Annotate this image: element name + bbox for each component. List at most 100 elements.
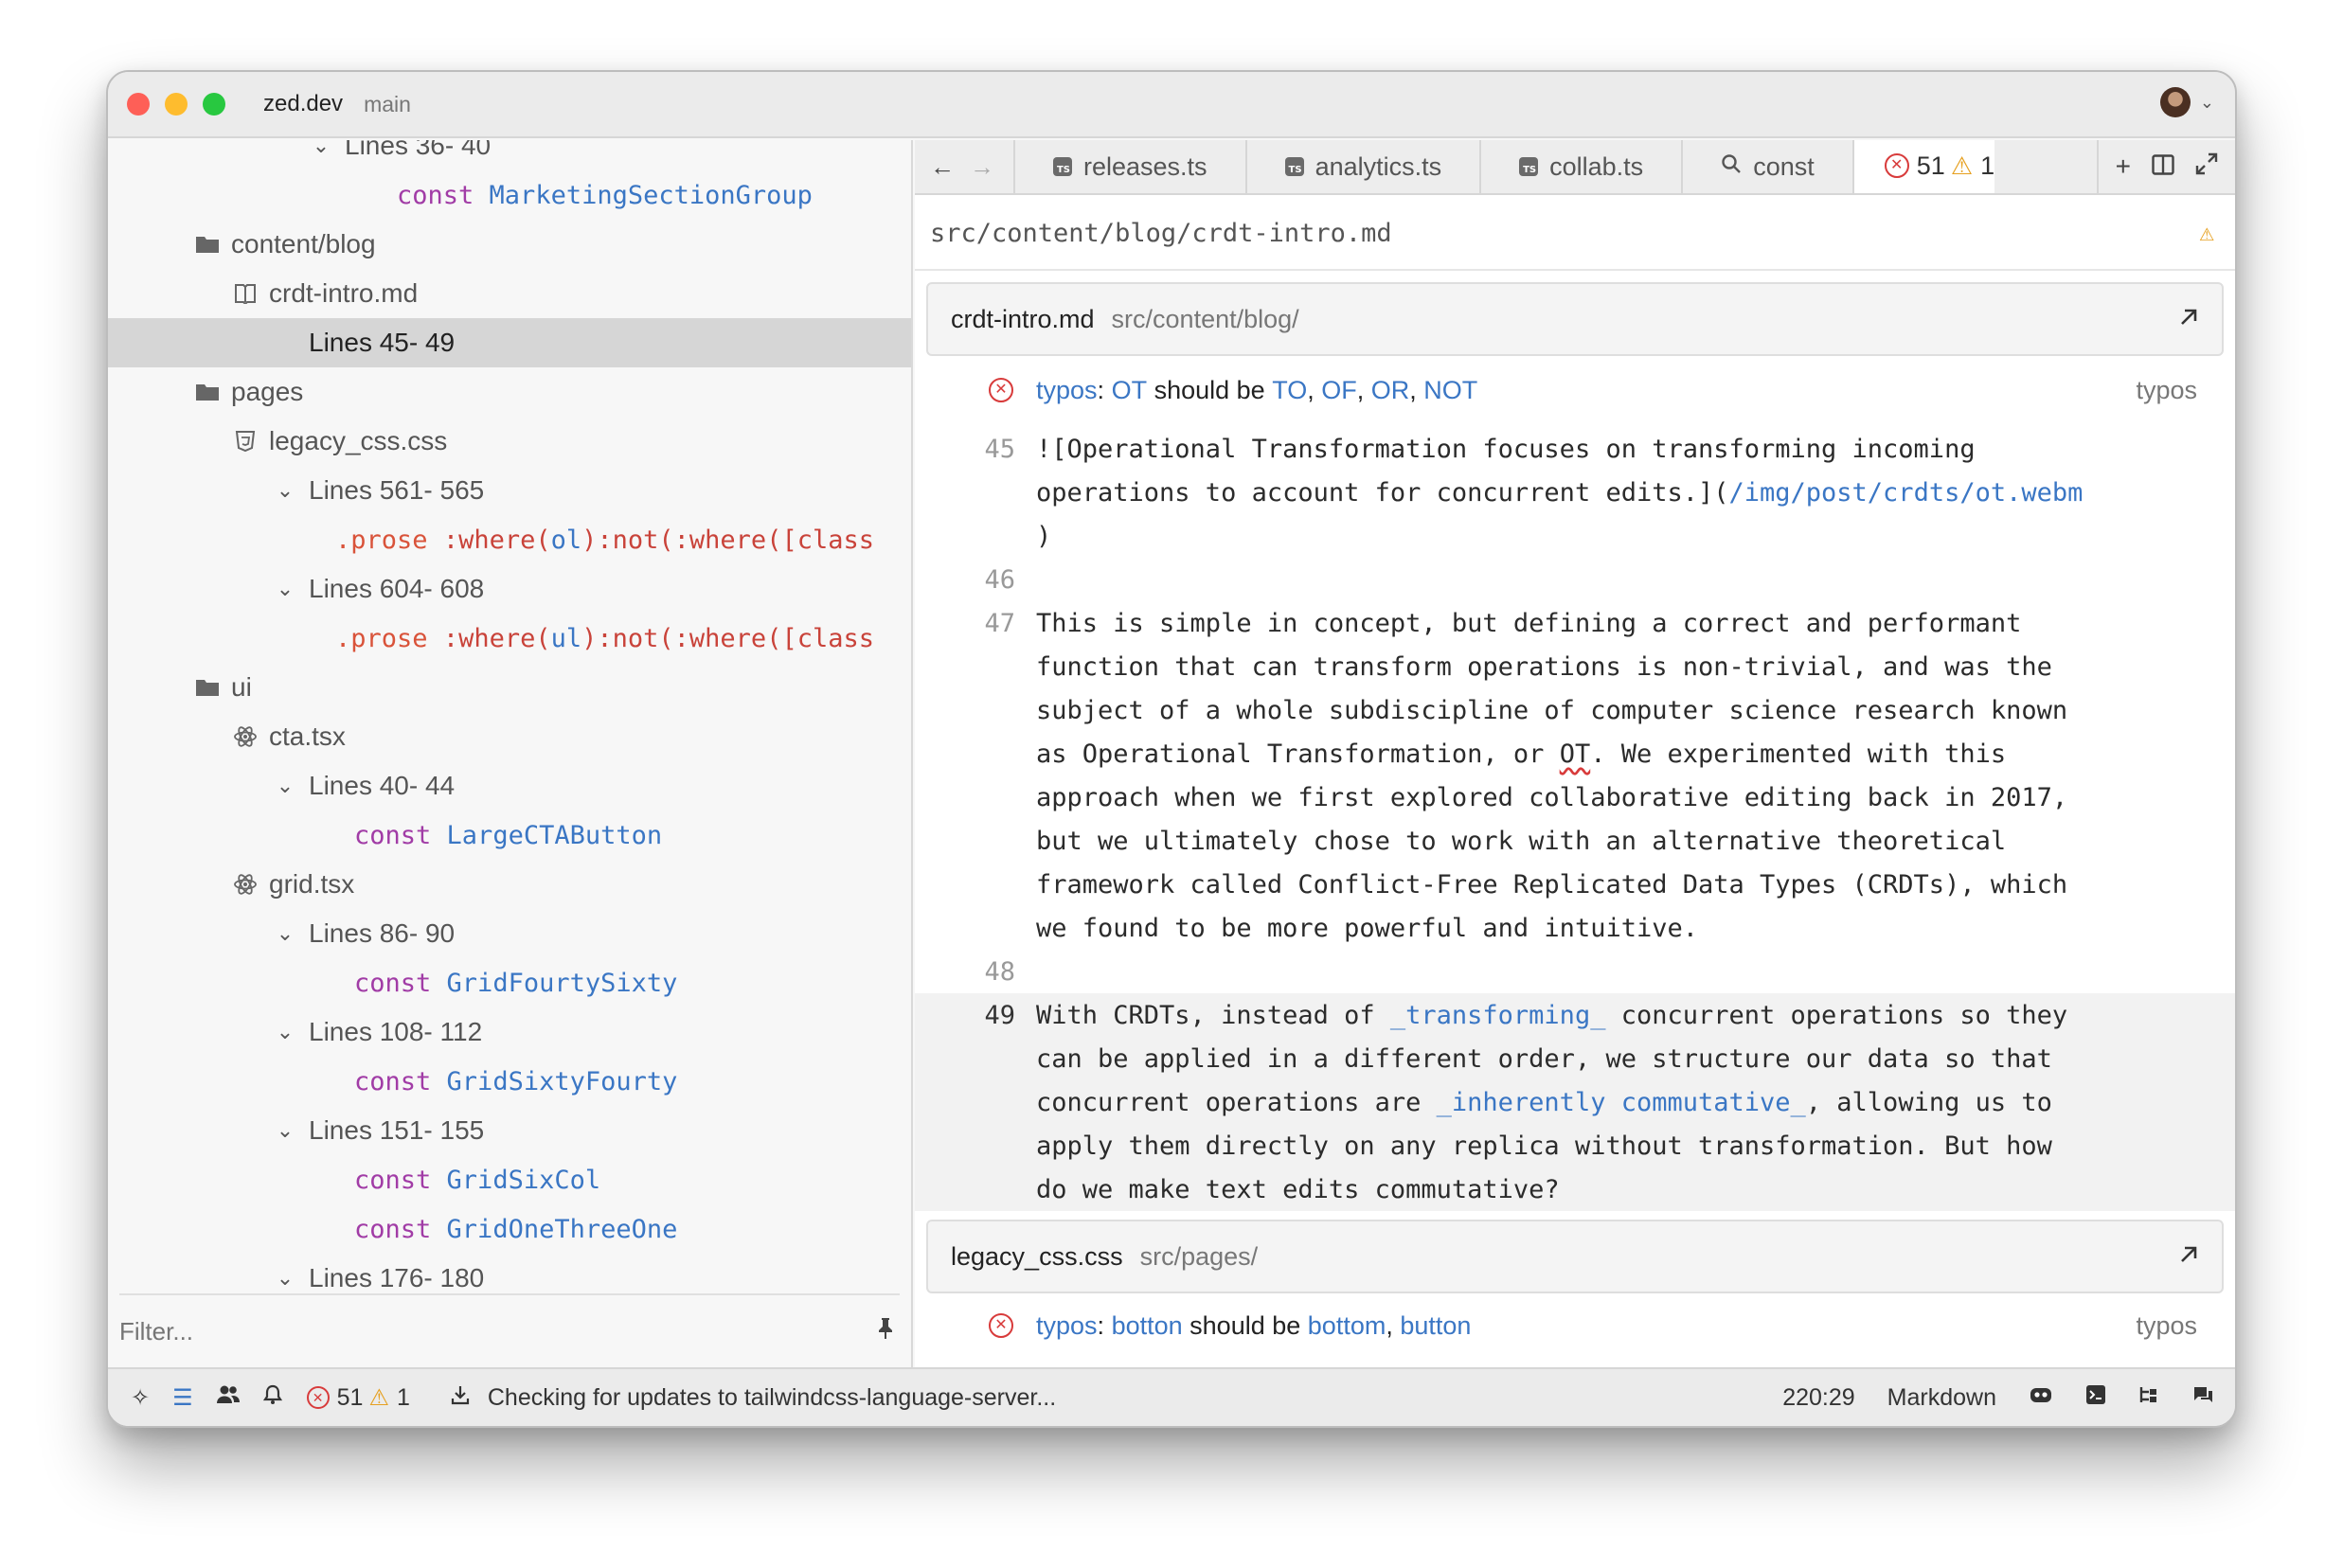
- tab-releases[interactable]: TS releases.ts: [1015, 140, 1247, 193]
- outline-range-row[interactable]: ⌄ Lines 40- 44: [108, 761, 911, 811]
- open-file-arrow-icon[interactable]: [2178, 303, 2199, 335]
- outline-folder-row[interactable]: ui: [108, 663, 911, 712]
- activity-indicator[interactable]: Checking for updates to tailwindcss-lang…: [450, 1384, 1056, 1412]
- outline-css-rule-row[interactable]: .prose :where(ul):not(:where([class: [108, 614, 911, 663]
- tab-search-const[interactable]: const: [1683, 140, 1854, 193]
- outline-range-row[interactable]: ⌄ Lines 604- 608: [108, 564, 911, 614]
- outline-file-row[interactable]: cta.tsx: [108, 712, 911, 761]
- open-file-arrow-icon[interactable]: [2178, 1240, 2199, 1273]
- outline-range-row[interactable]: ⌄ Lines 151- 155: [108, 1106, 911, 1155]
- outline-file-row[interactable]: grid.tsx: [108, 860, 911, 909]
- suggestion[interactable]: OF: [1321, 376, 1357, 405]
- outline-range-row[interactable]: ⌄ Lines 108- 112: [108, 1007, 911, 1057]
- outline-symbol-row[interactable]: const GridSixCol: [108, 1155, 911, 1204]
- maximize-icon[interactable]: [2195, 151, 2218, 182]
- code-line-current[interactable]: can be applied in a different order, we …: [915, 1037, 2235, 1080]
- chevron-down-icon[interactable]: ⌄: [271, 1118, 299, 1143]
- git-branch[interactable]: main: [364, 92, 411, 117]
- chevron-down-icon[interactable]: ⌄: [271, 577, 299, 601]
- project-name[interactable]: zed.dev: [263, 91, 343, 117]
- code-line[interactable]: subject of a whole subdiscipline of comp…: [915, 688, 2235, 732]
- outline-symbol-row[interactable]: const MarketingSectionGroup: [108, 170, 911, 220]
- bell-icon[interactable]: [262, 1384, 282, 1412]
- chevron-down-icon[interactable]: ⌄: [271, 1266, 299, 1291]
- collaborators-icon[interactable]: [216, 1384, 241, 1412]
- code-line[interactable]: operations to account for concurrent edi…: [915, 471, 2235, 514]
- back-arrow-icon[interactable]: ←: [930, 152, 955, 182]
- code-line[interactable]: 48: [915, 950, 2235, 993]
- project-panel-icon[interactable]: [2138, 1384, 2159, 1412]
- code-line-current[interactable]: concurrent operations are _inherently co…: [915, 1080, 2235, 1124]
- outline-icon[interactable]: ☰: [172, 1384, 193, 1412]
- chevron-down-icon[interactable]: ⌄: [271, 1020, 299, 1044]
- outline-file-row[interactable]: legacy_css.css: [108, 417, 911, 466]
- code-line[interactable]: ): [915, 514, 2235, 558]
- code-line[interactable]: 45 ![Operational Transformation focuses …: [915, 427, 2235, 471]
- close-window-button[interactable]: [127, 93, 150, 116]
- outline-range-row[interactable]: ⌄ Lines 561- 565: [108, 466, 911, 515]
- code-line[interactable]: approach when we first explored collabor…: [915, 775, 2235, 819]
- code-line[interactable]: 47 This is simple in concept, but defini…: [915, 601, 2235, 645]
- suggestion[interactable]: bottom: [1308, 1311, 1386, 1341]
- code-line-current[interactable]: apply them directly on any replica witho…: [915, 1124, 2235, 1167]
- outline-folder-row[interactable]: pages: [108, 367, 911, 417]
- chevron-down-icon[interactable]: ⌄: [271, 774, 299, 798]
- minimize-window-button[interactable]: [165, 93, 188, 116]
- code-line[interactable]: as Operational Transformation, or OT. We…: [915, 732, 2235, 775]
- breadcrumb[interactable]: src/content/blog/crdt-intro.md ⚠: [915, 197, 2235, 271]
- outline-css-rule-row[interactable]: .prose :where(ol):not(:where([class: [108, 515, 911, 564]
- code-line[interactable]: framework called Conflict-Free Replicate…: [915, 863, 2235, 906]
- code-line[interactable]: 46: [915, 558, 2235, 601]
- code-line-current[interactable]: 49 With CRDTs, instead of _transforming_…: [915, 993, 2235, 1037]
- line-number: 45: [984, 434, 1015, 464]
- code-line-current[interactable]: do we make text edits commutative?: [915, 1167, 2235, 1211]
- split-pane-icon[interactable]: [2152, 151, 2174, 182]
- outline-folder-row[interactable]: content/blog: [108, 220, 911, 269]
- warning-icon[interactable]: ⚠: [2199, 219, 2214, 247]
- tab-diagnostics[interactable]: ✕ 51 ⚠ 1: [1853, 140, 1995, 193]
- language-selector[interactable]: Markdown: [1887, 1384, 1996, 1412]
- suggestion[interactable]: button: [1400, 1311, 1471, 1341]
- outline-symbol-row[interactable]: const LargeCTAButton: [108, 811, 911, 860]
- suggestion[interactable]: TO: [1272, 376, 1307, 405]
- markdown-link[interactable]: /img/post/crdts/ot.webm: [1729, 478, 2084, 508]
- outline-range-row[interactable]: ⌄ Lines 36- 40: [108, 140, 911, 170]
- suggestion[interactable]: OR: [1371, 376, 1410, 405]
- filter-input[interactable]: [119, 1316, 877, 1346]
- chevron-down-icon[interactable]: ⌄: [307, 140, 335, 158]
- diagnostic-message[interactable]: ✕ typos: OT should be TO, OF, OR, NOT ty…: [915, 365, 2235, 415]
- outline-range-row[interactable]: ⌄Lines 45- 49: [108, 318, 911, 367]
- code-line[interactable]: function that can transform operations i…: [915, 645, 2235, 688]
- outline-file-row[interactable]: crdt-intro.md: [108, 269, 911, 318]
- suggestion[interactable]: NOT: [1423, 376, 1477, 405]
- code-line[interactable]: but we ultimately chose to work with an …: [915, 819, 2235, 863]
- excerpt-header[interactable]: crdt-intro.md src/content/blog/: [926, 282, 2224, 356]
- chat-icon[interactable]: [2191, 1384, 2214, 1412]
- outline-symbol-row[interactable]: const GridFourtySixty: [108, 958, 911, 1007]
- user-menu[interactable]: ⌄: [2159, 87, 2214, 117]
- css-pseudo: ):not(:where([class: [581, 525, 874, 555]
- outline-symbol-row[interactable]: const GridSixtyFourty: [108, 1057, 911, 1106]
- code-line[interactable]: we found to be more powerful and intuiti…: [915, 906, 2235, 950]
- copilot-icon[interactable]: [2029, 1384, 2053, 1412]
- tab-collab[interactable]: TS collab.ts: [1481, 140, 1684, 193]
- pin-icon[interactable]: [877, 1317, 894, 1345]
- excerpt-header[interactable]: legacy_css.css src/pages/: [926, 1220, 2224, 1293]
- diagnostics-summary[interactable]: ✕ 51 ⚠ 1: [306, 1384, 416, 1412]
- forward-arrow-icon[interactable]: →: [970, 152, 994, 182]
- plus-icon[interactable]: +: [2116, 151, 2131, 182]
- sparkle-assistant-icon[interactable]: ✧: [131, 1384, 150, 1412]
- diagnostic-message[interactable]: ✕ typos: botton should be bottom, button…: [915, 1301, 2235, 1350]
- chevron-down-icon[interactable]: ⌄: [271, 478, 299, 503]
- tab-analytics[interactable]: TS analytics.ts: [1247, 140, 1482, 193]
- warning-icon: ⚠: [1950, 151, 1974, 180]
- typescript-file-icon: TS: [1284, 157, 1304, 176]
- avatar[interactable]: [2159, 87, 2191, 117]
- chevron-down-icon[interactable]: ⌄: [271, 921, 299, 946]
- outline-symbol-row[interactable]: const GridOneThreeOne: [108, 1204, 911, 1254]
- cursor-position[interactable]: 220:29: [1782, 1384, 1854, 1412]
- typo-highlight[interactable]: OT: [1560, 739, 1591, 769]
- outline-range-row[interactable]: ⌄ Lines 86- 90: [108, 909, 911, 958]
- maximize-window-button[interactable]: [203, 93, 225, 116]
- terminal-icon[interactable]: [2085, 1384, 2106, 1412]
